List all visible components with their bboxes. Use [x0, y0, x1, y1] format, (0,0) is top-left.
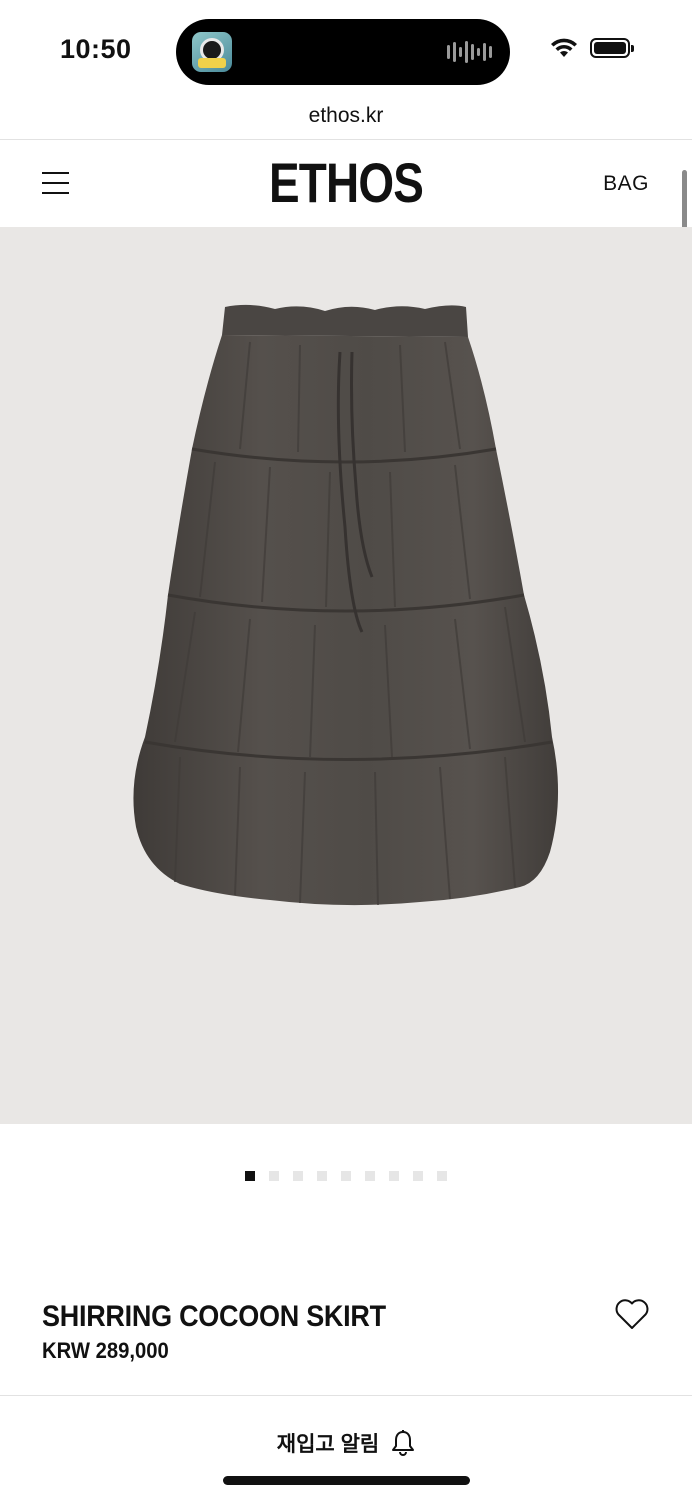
dynamic-island[interactable] [176, 19, 510, 85]
product-image[interactable] [0, 227, 692, 1124]
status-time: 10:50 [60, 34, 132, 64]
carousel-dot[interactable] [269, 1171, 279, 1181]
bell-icon [392, 1430, 415, 1456]
carousel-dot[interactable] [389, 1171, 399, 1181]
restock-label: 재입고 알림 [276, 1433, 380, 1456]
battery-icon [590, 38, 634, 58]
heart-icon[interactable] [614, 1297, 650, 1331]
app-activity-icon[interactable] [192, 32, 232, 72]
restock-notify-button[interactable]: 재입고 알림 [0, 1428, 692, 1458]
product-name: SHIRRING COCOON SKIRT [42, 1300, 386, 1333]
audio-waveform-icon [447, 41, 492, 63]
product-price: KRW 289,000 [42, 1338, 169, 1363]
status-bar: 10:50 [0, 0, 692, 100]
status-icons [550, 38, 634, 58]
skirt-illustration [133, 304, 559, 906]
carousel-dot[interactable] [245, 1171, 255, 1181]
divider [0, 1395, 692, 1396]
product-page: 10:50 ethos.kr ETHOS BAG SHIRRING COCOON… [0, 0, 692, 1500]
home-indicator[interactable] [223, 1476, 470, 1485]
carousel-dot[interactable] [293, 1171, 303, 1181]
carousel-dot[interactable] [437, 1171, 447, 1181]
url-bar[interactable]: ethos.kr [0, 100, 692, 138]
product-info: SHIRRING COCOON SKIRT KRW 289,000 [42, 1300, 424, 1364]
carousel-dot[interactable] [365, 1171, 375, 1181]
carousel-dot[interactable] [413, 1171, 423, 1181]
site-logo[interactable]: ETHOS [62, 150, 629, 215]
image-carousel-dots [0, 1171, 692, 1181]
site-header: ETHOS BAG [0, 140, 692, 227]
carousel-dot[interactable] [317, 1171, 327, 1181]
carousel-dot[interactable] [341, 1171, 351, 1181]
bag-link[interactable]: BAG [603, 172, 649, 196]
wifi-icon [551, 38, 577, 57]
